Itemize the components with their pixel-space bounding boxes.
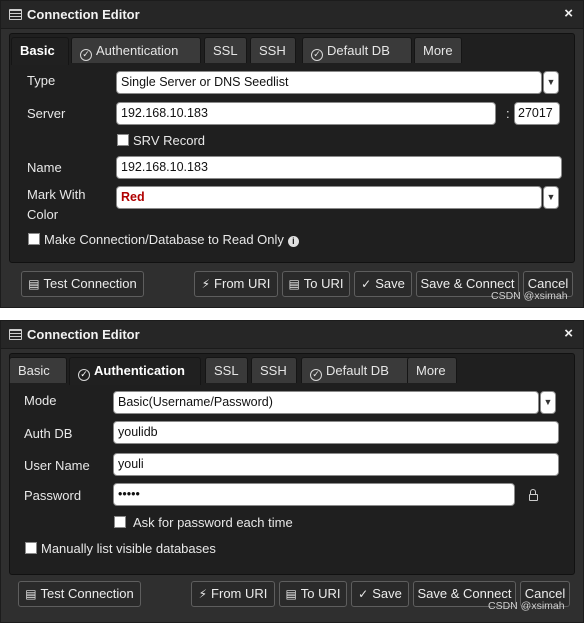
test-connection-icon: ▤ bbox=[28, 277, 40, 291]
ask-password-label: Ask for password each time bbox=[133, 515, 293, 530]
user-name-input[interactable]: youli bbox=[113, 453, 559, 476]
button-label: From URI bbox=[214, 276, 271, 291]
info-icon[interactable]: i bbox=[287, 236, 299, 247]
button-label: Save bbox=[372, 586, 402, 601]
password-input[interactable]: ••••• bbox=[113, 483, 515, 506]
srv-record-label: SRV Record bbox=[133, 133, 206, 148]
tab-default-db[interactable]: ✓ Default DB bbox=[301, 357, 411, 383]
check-circle-icon: ✓ bbox=[310, 369, 322, 381]
tab-ssh[interactable]: SSH bbox=[250, 37, 296, 63]
mark-color-label-line2: Color bbox=[27, 207, 59, 222]
tab-basic[interactable]: Basic bbox=[11, 37, 69, 65]
ask-password-checkbox[interactable] bbox=[114, 516, 126, 528]
button-label: From URI bbox=[211, 586, 268, 601]
tab-basic[interactable]: Basic bbox=[9, 357, 67, 383]
database-icon bbox=[9, 9, 22, 20]
watermark: CSDN @xsimah bbox=[488, 600, 565, 612]
to-uri-button[interactable]: ▤ To URI bbox=[282, 271, 350, 297]
tab-label: Authentication bbox=[94, 363, 185, 378]
button-label: To URI bbox=[300, 586, 341, 601]
bolt-icon: ⚡ bbox=[198, 587, 208, 601]
dialog-title: Connection Editor bbox=[27, 7, 140, 22]
close-icon[interactable]: × bbox=[564, 5, 573, 22]
mark-color-select[interactable]: Red bbox=[116, 186, 542, 209]
connection-editor-dialog-authentication: Connection Editor × Basic ✓ Authenticatio… bbox=[0, 320, 584, 623]
name-label: Name bbox=[27, 160, 62, 175]
server-label: Server bbox=[27, 106, 66, 121]
tab-ssh[interactable]: SSH bbox=[251, 357, 297, 383]
chevron-down-icon[interactable]: ▼ bbox=[540, 391, 556, 414]
tab-label: Default DB bbox=[326, 363, 389, 378]
tab-default-db[interactable]: ✓ Default DB bbox=[302, 37, 412, 63]
name-input[interactable]: 192.168.10.183 bbox=[116, 156, 562, 179]
to-uri-button[interactable]: ▤ To URI bbox=[279, 581, 347, 607]
button-label: Test Connection bbox=[43, 276, 137, 291]
tab-panel bbox=[9, 33, 575, 263]
tab-more[interactable]: More bbox=[407, 357, 457, 383]
chevron-down-icon[interactable]: ▼ bbox=[543, 71, 559, 94]
check-circle-icon: ✓ bbox=[311, 49, 323, 61]
tab-label: Default DB bbox=[327, 43, 390, 58]
clipboard-icon: ▤ bbox=[288, 277, 300, 291]
check-circle-icon: ✓ bbox=[80, 49, 92, 61]
auth-db-input[interactable]: youlidb bbox=[113, 421, 559, 444]
connection-editor-dialog-basic: Connection Editor × Basic ✓ Authenticatio… bbox=[0, 0, 584, 308]
chevron-down-icon[interactable]: ▼ bbox=[543, 186, 559, 209]
check-icon: ✓ bbox=[358, 587, 369, 601]
auth-db-label: Auth DB bbox=[24, 426, 73, 441]
tab-label: Authentication bbox=[96, 43, 179, 58]
title-bar: Connection Editor × bbox=[1, 1, 583, 29]
clipboard-icon: ▤ bbox=[285, 587, 297, 601]
database-icon bbox=[9, 329, 22, 340]
test-connection-button[interactable]: ▤ Test Connection bbox=[18, 581, 141, 607]
dialog-title: Connection Editor bbox=[27, 327, 140, 342]
check-circle-icon: ✓ bbox=[78, 369, 90, 381]
server-host-input[interactable]: 192.168.10.183 bbox=[116, 102, 496, 125]
srv-record-checkbox[interactable] bbox=[117, 134, 129, 146]
read-only-text: Make Connection/Database to Read Only bbox=[44, 232, 284, 247]
watermark: CSDN @xsimah bbox=[491, 290, 568, 302]
read-only-checkbox[interactable] bbox=[28, 233, 40, 245]
save-button[interactable]: ✓ Save bbox=[351, 581, 409, 607]
server-port-input[interactable]: 27017 bbox=[514, 102, 560, 125]
type-label: Type bbox=[27, 73, 56, 88]
tab-ssl[interactable]: SSL bbox=[205, 357, 248, 383]
test-connection-icon: ▤ bbox=[25, 587, 37, 601]
save-button[interactable]: ✓ Save bbox=[354, 271, 412, 297]
button-label: To URI bbox=[303, 276, 344, 291]
mode-select[interactable]: Basic(Username/Password) bbox=[113, 391, 539, 414]
password-label: Password bbox=[24, 488, 82, 503]
type-select[interactable]: Single Server or DNS Seedlist bbox=[116, 71, 542, 94]
manual-databases-label: Manually list visible databases bbox=[41, 541, 216, 556]
check-icon: ✓ bbox=[361, 277, 372, 291]
mode-label: Mode bbox=[24, 393, 57, 408]
read-only-label: Make Connection/Database to Read Only i bbox=[44, 232, 299, 247]
tab-authentication[interactable]: ✓ Authentication bbox=[71, 37, 201, 63]
from-uri-button[interactable]: ⚡ From URI bbox=[194, 271, 278, 297]
manual-databases-checkbox[interactable] bbox=[25, 542, 37, 554]
tab-ssl[interactable]: SSL bbox=[204, 37, 247, 63]
title-bar: Connection Editor × bbox=[1, 321, 583, 349]
tab-authentication[interactable]: ✓ Authentication bbox=[69, 357, 201, 385]
button-label: Test Connection bbox=[40, 586, 134, 601]
port-separator: : bbox=[506, 106, 510, 121]
close-icon[interactable]: × bbox=[564, 325, 573, 342]
test-connection-button[interactable]: ▤ Test Connection bbox=[21, 271, 144, 297]
user-name-label: User Name bbox=[24, 458, 90, 473]
button-label: Save bbox=[375, 276, 405, 291]
mark-color-label: Mark With bbox=[27, 187, 86, 202]
tab-more[interactable]: More bbox=[414, 37, 462, 63]
bolt-icon: ⚡ bbox=[201, 277, 211, 291]
from-uri-button[interactable]: ⚡ From URI bbox=[191, 581, 275, 607]
lock-icon[interactable] bbox=[529, 489, 538, 501]
